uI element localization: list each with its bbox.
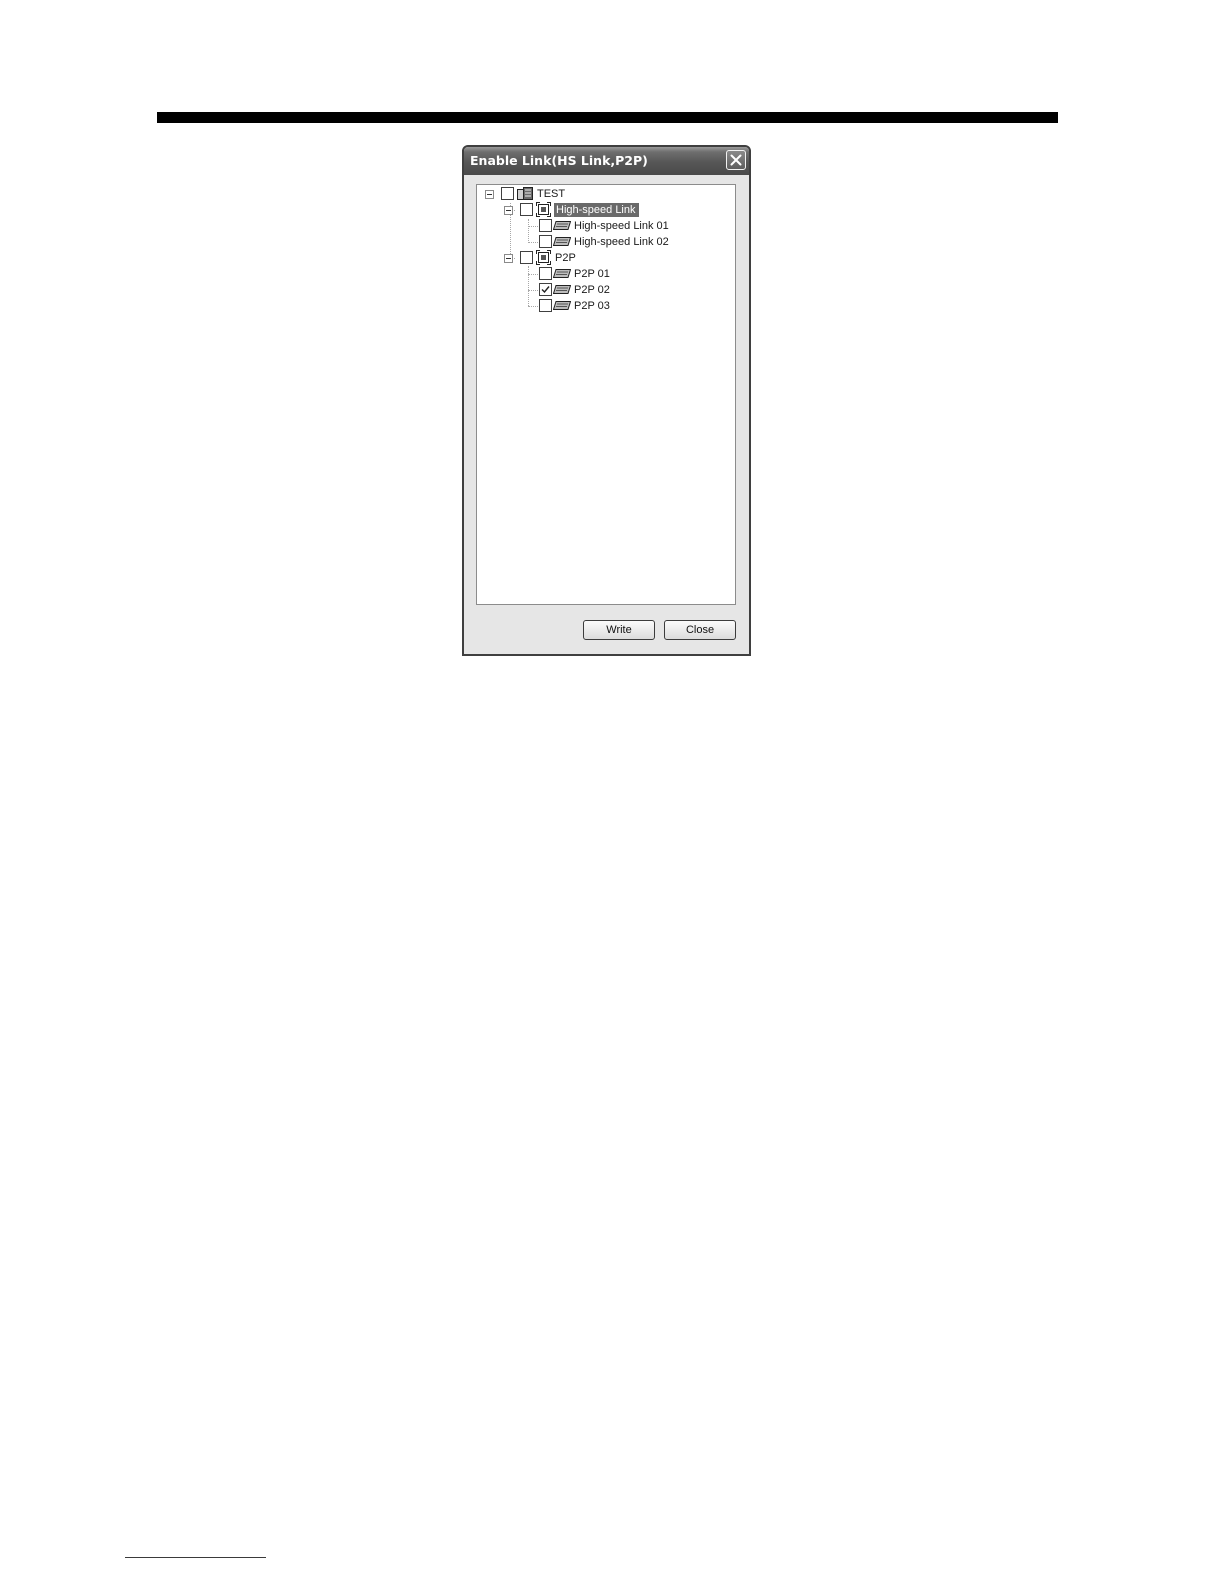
tree-node-label: P2P 03 [574, 300, 610, 312]
collapse-toggle[interactable] [485, 190, 494, 199]
page-header-rule [157, 112, 1058, 123]
checkbox-high-speed-link-01[interactable] [539, 219, 552, 232]
checkbox-p2p[interactable] [520, 251, 533, 264]
checkbox-high-speed-link-02[interactable] [539, 235, 552, 248]
tree-node-group-high-speed-link[interactable]: High-speed Link [477, 202, 717, 218]
link-item-icon [553, 237, 571, 246]
checkbox-root[interactable] [501, 187, 514, 200]
checkbox-p2p-01[interactable] [539, 267, 552, 280]
tree-node-label: High-speed Link 01 [574, 220, 669, 232]
close-button[interactable]: Close [664, 620, 736, 640]
tree-node-label: P2P [555, 252, 576, 264]
network-group-icon [536, 250, 551, 265]
link-item-icon [553, 301, 571, 310]
plc-project-icon [517, 187, 533, 200]
tree-node-group-p2p[interactable]: P2P [477, 250, 717, 266]
link-item-icon [553, 285, 571, 294]
tree-node-label: P2P 02 [574, 284, 610, 296]
tree-node-item-high-speed-link-02[interactable]: High-speed Link 02 [477, 234, 717, 250]
tree-node-label: P2P 01 [574, 268, 610, 280]
link-item-icon [553, 221, 571, 230]
close-window-button[interactable] [726, 150, 746, 170]
tree-node-label: TEST [537, 188, 566, 200]
tree-node-item-high-speed-link-01[interactable]: High-speed Link 01 [477, 218, 717, 234]
collapse-toggle[interactable] [504, 206, 513, 215]
network-group-icon [536, 202, 551, 217]
dialog-titlebar[interactable]: Enable Link(HS Link,P2P) [464, 147, 749, 175]
tree-node-item-p2p-02[interactable]: P2P 02 [477, 282, 717, 298]
dialog-title: Enable Link(HS Link,P2P) [470, 153, 648, 168]
checkmark-icon [541, 286, 550, 294]
collapse-toggle[interactable] [504, 254, 513, 263]
footnote-rule [125, 1557, 266, 1558]
checkbox-high-speed-link[interactable] [520, 203, 533, 216]
link-tree[interactable]: TEST High-speed Link High-speed Link 01 [476, 184, 736, 605]
write-button[interactable]: Write [583, 620, 655, 640]
tree-node-item-p2p-03[interactable]: P2P 03 [477, 298, 717, 314]
checkbox-p2p-02[interactable] [539, 283, 552, 296]
link-item-icon [553, 269, 571, 278]
tree-node-label: High-speed Link [554, 203, 639, 217]
close-icon [730, 154, 742, 166]
tree-node-root[interactable]: TEST [477, 186, 717, 202]
enable-link-dialog: Enable Link(HS Link,P2P) TEST High-speed… [462, 145, 751, 656]
tree-node-item-p2p-01[interactable]: P2P 01 [477, 266, 717, 282]
checkbox-p2p-03[interactable] [539, 299, 552, 312]
tree-node-label: High-speed Link 02 [574, 236, 669, 248]
